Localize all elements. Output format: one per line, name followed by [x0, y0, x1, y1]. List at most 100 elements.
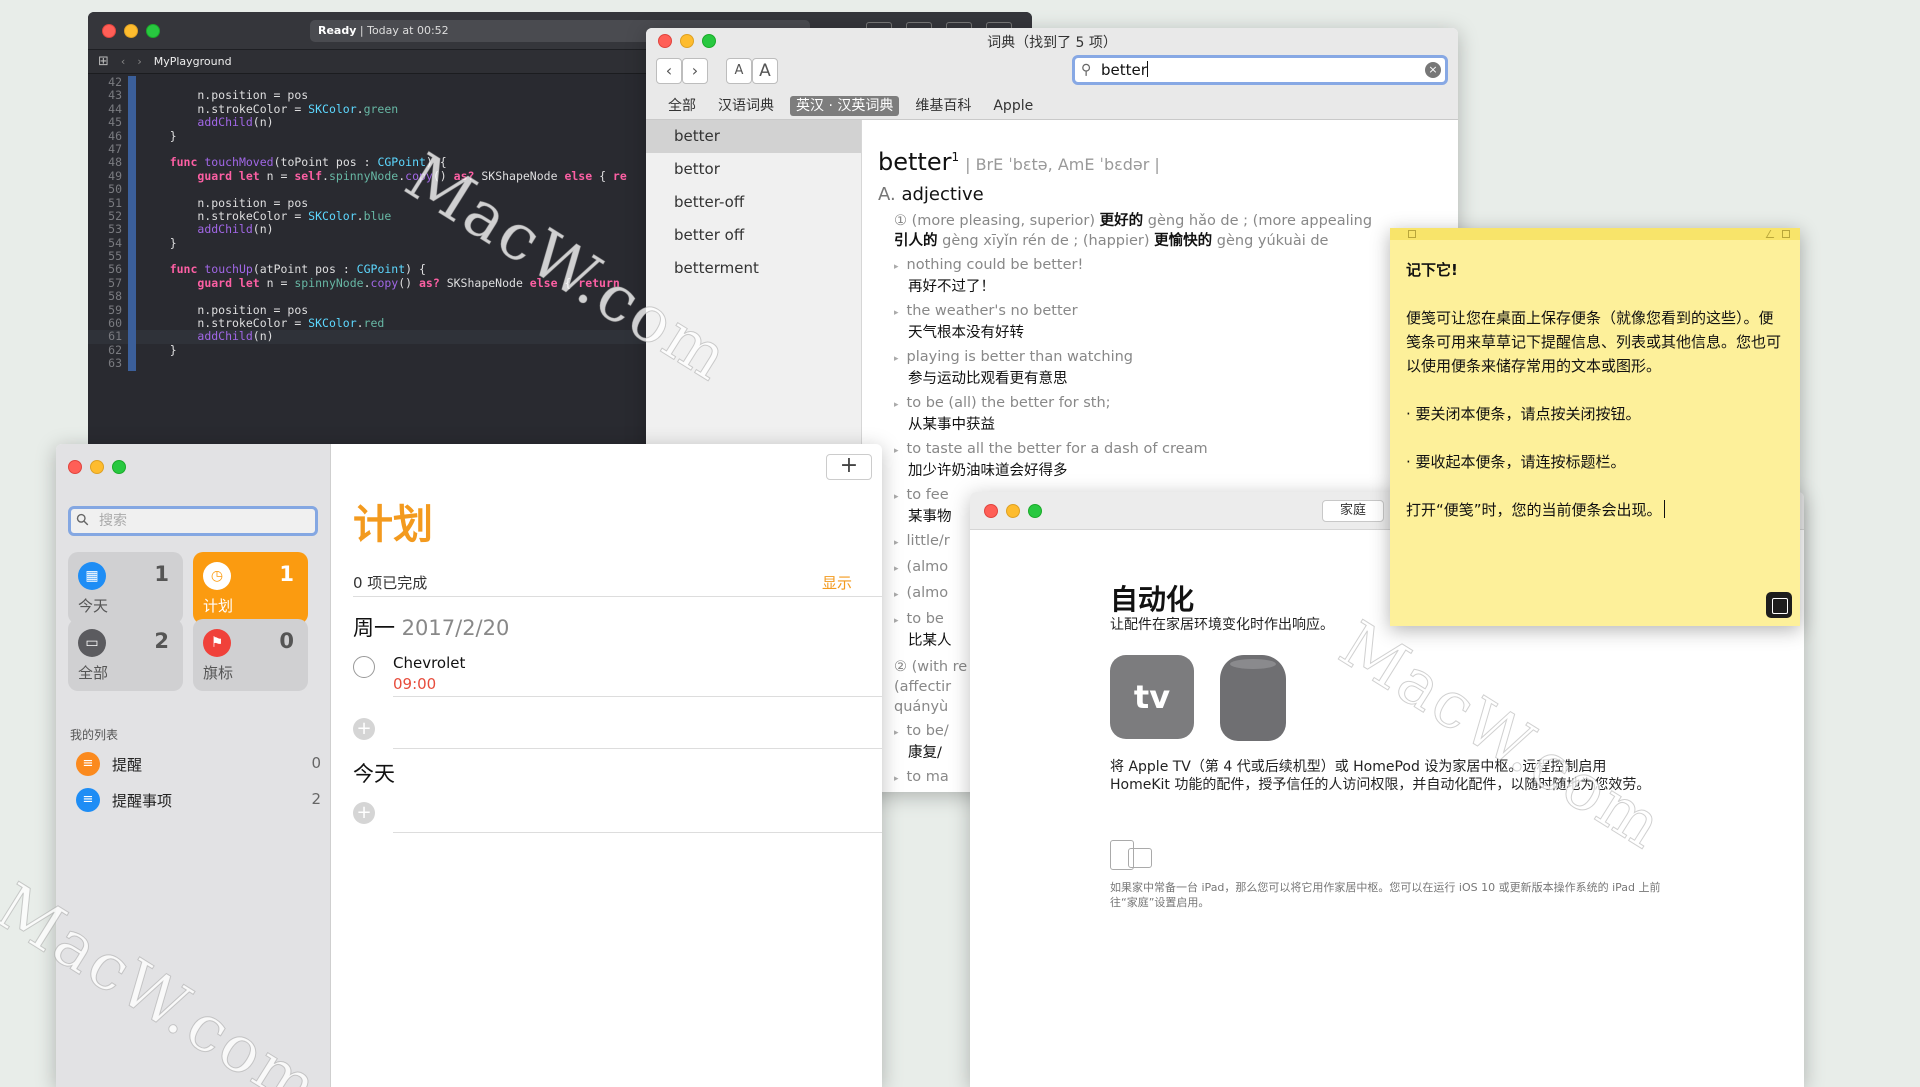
- window-controls: [102, 24, 160, 38]
- smart-list-label: 旗标: [203, 664, 234, 682]
- reminder-title[interactable]: Chevrolet: [393, 654, 465, 672]
- resize-icon[interactable]: [1765, 230, 1779, 238]
- close-button[interactable]: [68, 460, 82, 474]
- my-list-item[interactable]: ≡ 提醒 0: [76, 750, 321, 778]
- sticky-note[interactable]: 记下它! 便笺可让您在桌面上保存便条（就像您看到的这些）。便笺条可用来草草记下提…: [1390, 228, 1800, 626]
- example-en: playing is better than watching: [907, 347, 1458, 369]
- close-button[interactable]: [984, 504, 998, 518]
- line-number: 42: [108, 75, 122, 89]
- section-weekday: 周一: [353, 616, 395, 640]
- status-time: | Today at 00:52: [356, 24, 449, 37]
- sense-1: ① (more pleasing, superior) 更好的 gèng hǎo…: [894, 211, 1458, 251]
- add-reminder-button[interactable]: +: [826, 454, 872, 480]
- code-text: addChild(n): [197, 222, 274, 237]
- back-button[interactable]: ‹: [656, 58, 682, 84]
- smart-list-count: 1: [279, 562, 294, 586]
- forward-icon[interactable]: ›: [137, 50, 141, 74]
- section-date-text: 2017/2/20: [395, 616, 510, 640]
- list-title: 计划: [353, 502, 433, 548]
- grid-icon[interactable]: ⊞: [98, 50, 109, 74]
- gutter-bar: [128, 102, 136, 117]
- line-number: 63: [108, 356, 122, 371]
- list-count: 0: [311, 754, 321, 772]
- smart-list-calendar[interactable]: ▦ 1 今天: [68, 552, 183, 624]
- smart-list-label: 今天: [78, 597, 109, 615]
- sense-term: 引人的: [894, 233, 938, 249]
- close-button[interactable]: [102, 24, 116, 38]
- example-zh: 加少许奶油味道会好得多: [908, 463, 1068, 479]
- smart-list-flag[interactable]: ⚑ 0 旗标: [193, 619, 308, 691]
- code-text: }: [142, 128, 177, 143]
- zoom-button[interactable]: [1028, 504, 1042, 518]
- code-text: }: [142, 235, 177, 250]
- code-text: n.strokeColor = SKColor.green: [142, 101, 399, 116]
- gutter-bar: [128, 250, 136, 264]
- zoom-button[interactable]: [146, 24, 160, 38]
- result-item[interactable]: better-off: [646, 186, 861, 219]
- forward-button[interactable]: ›: [682, 58, 708, 84]
- minimize-button[interactable]: [124, 24, 138, 38]
- text-format-icon[interactable]: [1766, 592, 1792, 618]
- zoom-button[interactable]: [112, 460, 126, 474]
- sticky-paragraph: 便笺可让您在桌面上保存便条（就像您看到的这些）。便笺条可用来草草记下提醒信息、列…: [1406, 309, 1782, 375]
- minimize-button[interactable]: [90, 460, 104, 474]
- flag-icon: ⚑: [203, 629, 231, 657]
- sticky-footer: 打开“便笺”时，您的当前便条会出现。: [1406, 498, 1784, 522]
- tray-icon: ▭: [78, 629, 106, 657]
- gutter-bar: [128, 236, 136, 251]
- source-tab[interactable]: Apple: [987, 96, 1039, 116]
- divider: [353, 596, 882, 597]
- my-list-item[interactable]: ≡ 提醒事项 2: [76, 786, 321, 814]
- source-tab[interactable]: 维基百科: [909, 96, 977, 116]
- sticky-body[interactable]: 记下它! 便笺可让您在桌面上保存便条（就像您看到的这些）。便笺条可用来草草记下提…: [1390, 240, 1800, 522]
- gutter-bar: [128, 196, 136, 210]
- search-input[interactable]: better: [1101, 61, 1147, 79]
- search-input[interactable]: 搜索: [68, 506, 318, 536]
- gutter-bar: [128, 89, 136, 103]
- source-tabs: 全部 汉语词典 英汉 · 汉英词典 维基百科 Apple: [662, 96, 1039, 116]
- smart-list-clock[interactable]: ◷ 1 计划: [193, 552, 308, 624]
- line-number: 55: [108, 249, 122, 264]
- show-completed-button[interactable]: 显示: [822, 572, 852, 593]
- list-icon: ≡: [76, 752, 100, 776]
- line-number: 62: [108, 342, 122, 357]
- source-tab[interactable]: 汉语词典: [712, 96, 780, 116]
- divider: [393, 748, 882, 749]
- result-item[interactable]: betterment: [646, 252, 861, 285]
- result-item[interactable]: better: [646, 120, 861, 153]
- line-number: 61: [108, 329, 122, 344]
- back-icon[interactable]: ‹: [121, 50, 125, 74]
- pos-text: adjective: [901, 184, 984, 205]
- sticky-titlebar[interactable]: [1390, 228, 1800, 240]
- result-item[interactable]: bettor: [646, 153, 861, 186]
- line-number: 54: [108, 235, 122, 250]
- code-text: addChild(n): [197, 329, 274, 344]
- add-item-icon[interactable]: +: [353, 718, 375, 740]
- close-icon[interactable]: [1408, 230, 1416, 238]
- smart-list-tray[interactable]: ▭ 2 全部: [68, 619, 183, 691]
- window-controls: [984, 504, 1042, 518]
- result-item[interactable]: better off: [646, 219, 861, 252]
- add-item-icon[interactable]: +: [353, 802, 375, 824]
- example-en: to be (all) the better for sth;: [907, 393, 1458, 415]
- source-tab[interactable]: 全部: [662, 96, 702, 116]
- gutter-bar: [128, 303, 136, 318]
- example-en: nothing could be better!: [907, 255, 1458, 277]
- line-number: 50: [108, 182, 122, 197]
- font-bigger-button[interactable]: A: [752, 58, 778, 84]
- search-field[interactable]: ⚲ better ×: [1072, 55, 1448, 85]
- minimize-button[interactable]: [1006, 504, 1020, 518]
- collapse-icon[interactable]: [1782, 230, 1790, 238]
- headword-text: better: [878, 148, 952, 176]
- sense-text: quányù: [894, 699, 949, 715]
- source-tab[interactable]: 英汉 · 汉英词典: [790, 96, 900, 116]
- font-smaller-button[interactable]: A: [726, 58, 752, 84]
- home-button[interactable]: 家庭: [1322, 500, 1384, 522]
- line-number: 58: [108, 289, 122, 304]
- calendar-icon: ▦: [78, 562, 106, 590]
- gutter-bar: [128, 317, 136, 331]
- clear-icon[interactable]: ×: [1425, 62, 1441, 78]
- homepod-icon: [1220, 655, 1286, 741]
- file-breadcrumb[interactable]: MyPlayground: [154, 50, 232, 74]
- complete-checkbox[interactable]: [353, 656, 375, 678]
